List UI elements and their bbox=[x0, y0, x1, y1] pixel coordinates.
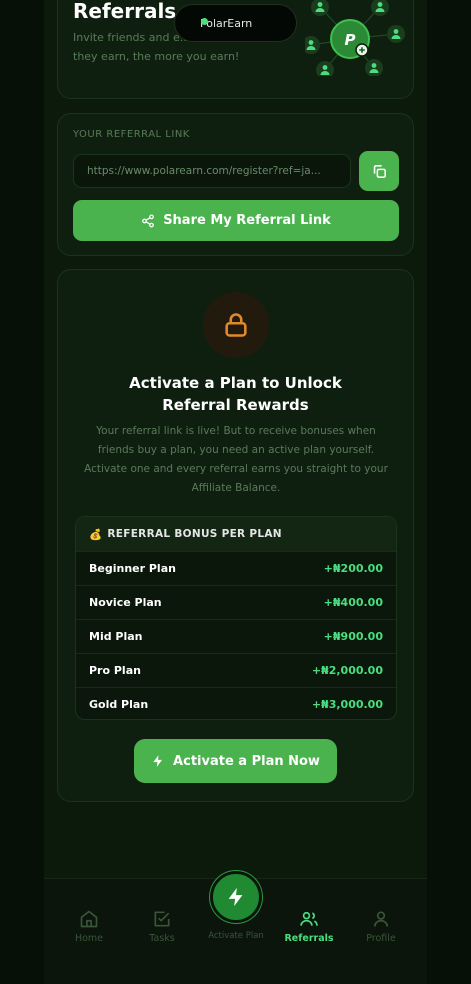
plan-bonus: +₦200.00 bbox=[323, 562, 383, 575]
activate-description: Your referral link is live! But to recei… bbox=[84, 425, 388, 494]
copy-link-button[interactable] bbox=[359, 151, 399, 191]
brand-pill: PolarEarn bbox=[174, 4, 297, 42]
nav-label-profile: Profile bbox=[366, 933, 396, 944]
left-backdrop bbox=[0, 0, 44, 984]
table-row: Gold Plan +₦3,000.00 bbox=[76, 687, 396, 719]
plan-name: Novice Plan bbox=[89, 596, 162, 609]
bonus-table-header: 💰 REFERRAL BONUS PER PLAN bbox=[76, 517, 396, 551]
home-icon bbox=[80, 910, 98, 928]
plan-bonus: +₦900.00 bbox=[323, 630, 383, 643]
money-bag-icon: 💰 bbox=[89, 528, 103, 541]
plan-name: Mid Plan bbox=[89, 630, 143, 643]
activate-button-label: Activate a Plan Now bbox=[173, 753, 320, 769]
app-screen: Referrals Invite friends and e... The mo… bbox=[44, 0, 427, 984]
referral-link-value: https://www.polarearn.com/register?ref=j… bbox=[87, 165, 321, 177]
table-row: Beginner Plan +₦200.00 bbox=[76, 551, 396, 585]
network-center-letter: P bbox=[345, 31, 356, 49]
share-referral-link-button[interactable]: Share My Referral Link bbox=[73, 200, 399, 241]
lightning-icon bbox=[228, 887, 243, 907]
nav-label-tasks: Tasks bbox=[149, 933, 175, 944]
referral-link-field[interactable]: https://www.polarearn.com/register?ref=j… bbox=[73, 154, 351, 188]
table-row: Mid Plan +₦900.00 bbox=[76, 619, 396, 653]
right-backdrop bbox=[427, 0, 471, 984]
activate-plan-button[interactable]: Activate a Plan Now bbox=[134, 739, 337, 783]
table-row: Novice Plan +₦400.00 bbox=[76, 585, 396, 619]
lightning-icon bbox=[153, 755, 163, 767]
plan-name: Beginner Plan bbox=[89, 562, 176, 575]
activate-title-line2: Referral Rewards bbox=[162, 396, 309, 414]
nav-label-referrals: Referrals bbox=[284, 933, 334, 944]
plan-name: Gold Plan bbox=[89, 698, 149, 711]
plan-bonus: +₦400.00 bbox=[323, 596, 383, 609]
referral-link-card: YOUR REFERRAL LINK https://www.polarearn… bbox=[57, 113, 414, 256]
plan-name: Pro Plan bbox=[89, 664, 141, 677]
activate-title: Activate a Plan to Unlock Referral Rewar… bbox=[58, 372, 413, 416]
activate-title-line1: Activate a Plan to Unlock bbox=[129, 374, 342, 392]
activate-plan-card: Activate a Plan to Unlock Referral Rewar… bbox=[57, 269, 414, 802]
lock-badge bbox=[203, 292, 269, 358]
bottom-nav: Home Tasks Activate Plan Referrals Profi… bbox=[44, 871, 427, 984]
status-dot bbox=[201, 18, 208, 25]
nav-label-home: Home bbox=[74, 933, 104, 944]
activate-plan-fab[interactable] bbox=[210, 871, 262, 923]
profile-icon bbox=[373, 911, 389, 927]
nav-item-tasks[interactable]: Tasks bbox=[132, 909, 192, 944]
nav-item-referrals[interactable]: Referrals bbox=[279, 909, 339, 944]
plan-bonus: +₦2,000.00 bbox=[311, 664, 383, 677]
bonus-table: 💰 REFERRAL BONUS PER PLAN Beginner Plan … bbox=[75, 516, 397, 720]
table-row: Pro Plan +₦2,000.00 bbox=[76, 653, 396, 687]
share-icon bbox=[142, 214, 155, 227]
copy-icon bbox=[373, 164, 386, 178]
lock-icon bbox=[225, 313, 247, 337]
nav-label-activate-plan[interactable]: Activate Plan bbox=[206, 931, 266, 941]
nav-item-profile[interactable]: Profile bbox=[351, 909, 411, 944]
plan-bonus: +₦3,000.00 bbox=[311, 698, 383, 711]
tasks-icon bbox=[154, 911, 170, 927]
brand-pill-label: PolarEarn bbox=[200, 16, 253, 30]
bonus-table-title: REFERRAL BONUS PER PLAN bbox=[107, 528, 282, 540]
users-icon bbox=[300, 911, 318, 926]
share-button-label: Share My Referral Link bbox=[163, 213, 331, 228]
referral-link-label: YOUR REFERRAL LINK bbox=[73, 129, 190, 140]
page-title: Referrals bbox=[73, 0, 177, 23]
nav-item-home[interactable]: Home bbox=[59, 909, 119, 944]
referral-network-illustration: P bbox=[305, 0, 405, 76]
